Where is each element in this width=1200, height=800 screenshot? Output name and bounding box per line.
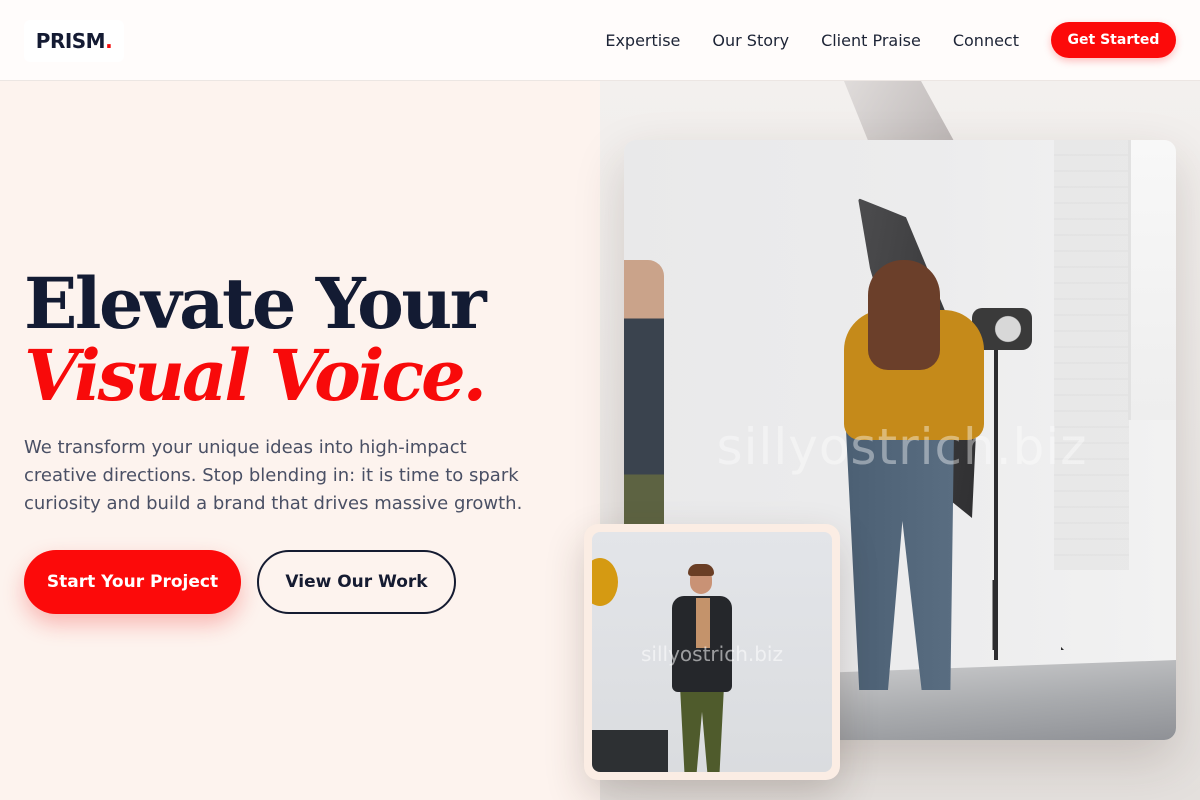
photographer-hair [868,260,940,370]
start-project-button[interactable]: Start Your Project [24,550,241,614]
logo-dot: . [105,29,113,53]
site-header: PRISM. Expertise Our Story Client Praise… [0,0,1200,81]
nav-link-our-story[interactable]: Our Story [712,31,789,50]
logo-text: PRISM [35,29,106,53]
nav-link-expertise[interactable]: Expertise [605,31,680,50]
background-umbrella-shape [844,81,954,141]
image-watermark: sillyostrich.biz [716,418,1088,476]
model-thumbnail-card: sillyostrich.biz [584,524,840,780]
nav-link-connect[interactable]: Connect [953,31,1019,50]
main-nav: Expertise Our Story Client Praise Connec… [605,0,1019,80]
photographer-partial [592,558,618,606]
black-cube-prop [592,730,668,772]
nav-link-client-praise[interactable]: Client Praise [821,31,921,50]
get-started-button[interactable]: Get Started [1051,22,1176,58]
hero-description: We transform your unique ideas into high… [24,437,523,514]
hero-title-line2: Visual Voice. [24,334,487,417]
thumbnail-watermark: sillyostrich.biz [641,642,783,666]
brick-wall [1054,140,1129,570]
model-thumbnail-image: sillyostrich.biz [592,532,832,772]
view-work-button[interactable]: View Our Work [257,550,456,614]
window [1128,140,1176,420]
model-hair [688,564,714,576]
hero-title-line1: Elevate Your [24,262,487,345]
brand-logo[interactable]: PRISM. [24,20,124,62]
model-shirt [696,598,710,648]
hero-title: Elevate Your Visual Voice. [24,268,584,412]
model-pants [680,686,724,772]
